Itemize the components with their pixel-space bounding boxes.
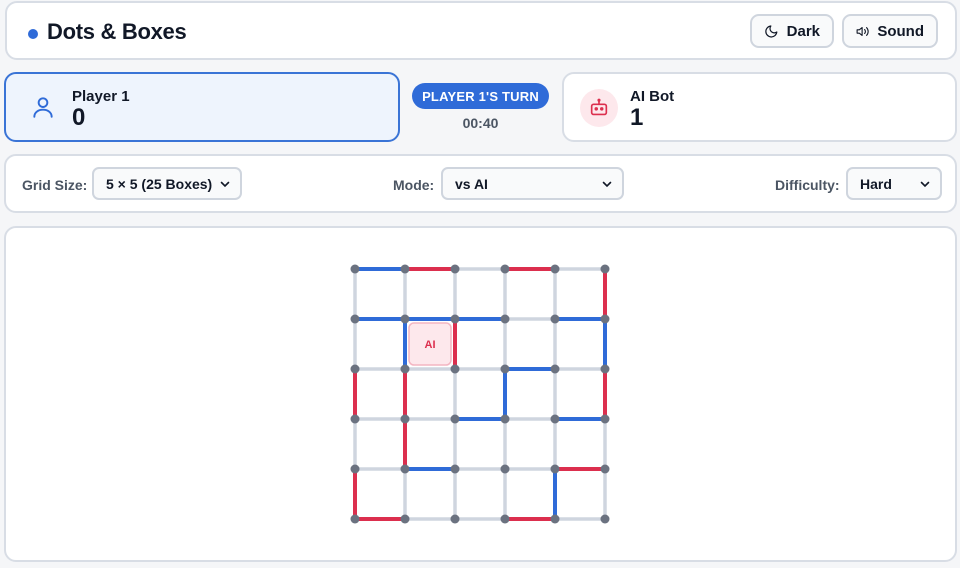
grid-dot [350,264,360,274]
ai-name: AI Bot [630,88,675,105]
grid-dot [450,464,460,474]
sound-button[interactable]: Sound [842,14,938,48]
grid-size-select[interactable]: 5 × 5 (25 Boxes) [92,167,242,200]
difficulty-select[interactable]: Hard [846,167,942,200]
player1-score: 0 [72,104,86,131]
settings-bar: Grid Size: 5 × 5 (25 Boxes) Mode: vs AI … [4,154,957,213]
ai-card: AI Bot 1 [562,72,957,142]
mode-select[interactable]: vs AI [441,167,624,200]
app-title: Dots & Boxes [47,19,187,44]
sound-label: Sound [877,22,924,40]
grid-dot [350,314,360,324]
grid-dot [500,314,510,324]
header-bar: Dots & Boxes Dark Sound [5,1,957,60]
ai-avatar [580,89,618,127]
grid-dot [600,514,610,524]
grid-dot [550,314,560,324]
robot-icon [590,98,608,116]
game-board-card: AI [4,226,957,562]
grid-dot [600,264,610,274]
grid-dot [400,364,410,374]
grid-dot [400,264,410,274]
grid-dot [600,314,610,324]
grid-dot [550,514,560,524]
grid-dot [400,464,410,474]
dark-mode-button[interactable]: Dark [750,14,834,48]
difficulty-label: Difficulty: [775,177,840,193]
grid-dot [450,364,460,374]
game-board: AI [350,264,610,524]
grid-dot [350,464,360,474]
grid-dot [350,414,360,424]
turn-timer: 00:40 [462,115,499,131]
grid-dot [400,314,410,324]
grid-dot [550,414,560,424]
grid-dot [350,514,360,524]
grid-dot [400,514,410,524]
grid-dot [500,364,510,374]
grid-dot [600,414,610,424]
grid-dot [500,414,510,424]
grid-dot [450,264,460,274]
grid-dot [500,464,510,474]
grid-dot [400,414,410,424]
grid-dot [550,364,560,374]
grid-dot [450,414,460,424]
status-dot [28,29,38,39]
grid-dot [550,264,560,274]
grid-dot [600,464,610,474]
turn-badge: PLAYER 1'S TURN [412,83,549,109]
difficulty-value: Hard [860,175,892,192]
grid-dot [550,464,560,474]
grid-dot [450,514,460,524]
player1-name: Player 1 [72,88,130,105]
chevron-down-icon [220,181,230,188]
moon-icon [765,24,778,38]
grid-size-value: 5 × 5 (25 Boxes) [106,175,213,192]
user-icon [33,97,53,118]
box-owner-label: AI [425,339,436,351]
grid-dot [500,264,510,274]
chevron-down-icon [920,181,930,188]
grid-dot [600,364,610,374]
speaker-icon [856,26,869,36]
chevron-down-icon [602,181,612,188]
grid-size-label: Grid Size: [22,177,88,193]
grid-dot [450,314,460,324]
grid-dot [350,364,360,374]
mode-value: vs AI [455,175,488,192]
mode-label: Mode: [393,177,435,193]
player1-card: Player 1 0 [4,72,400,142]
ai-score: 1 [630,104,644,131]
dark-mode-label: Dark [786,22,820,40]
grid-dot [500,514,510,524]
